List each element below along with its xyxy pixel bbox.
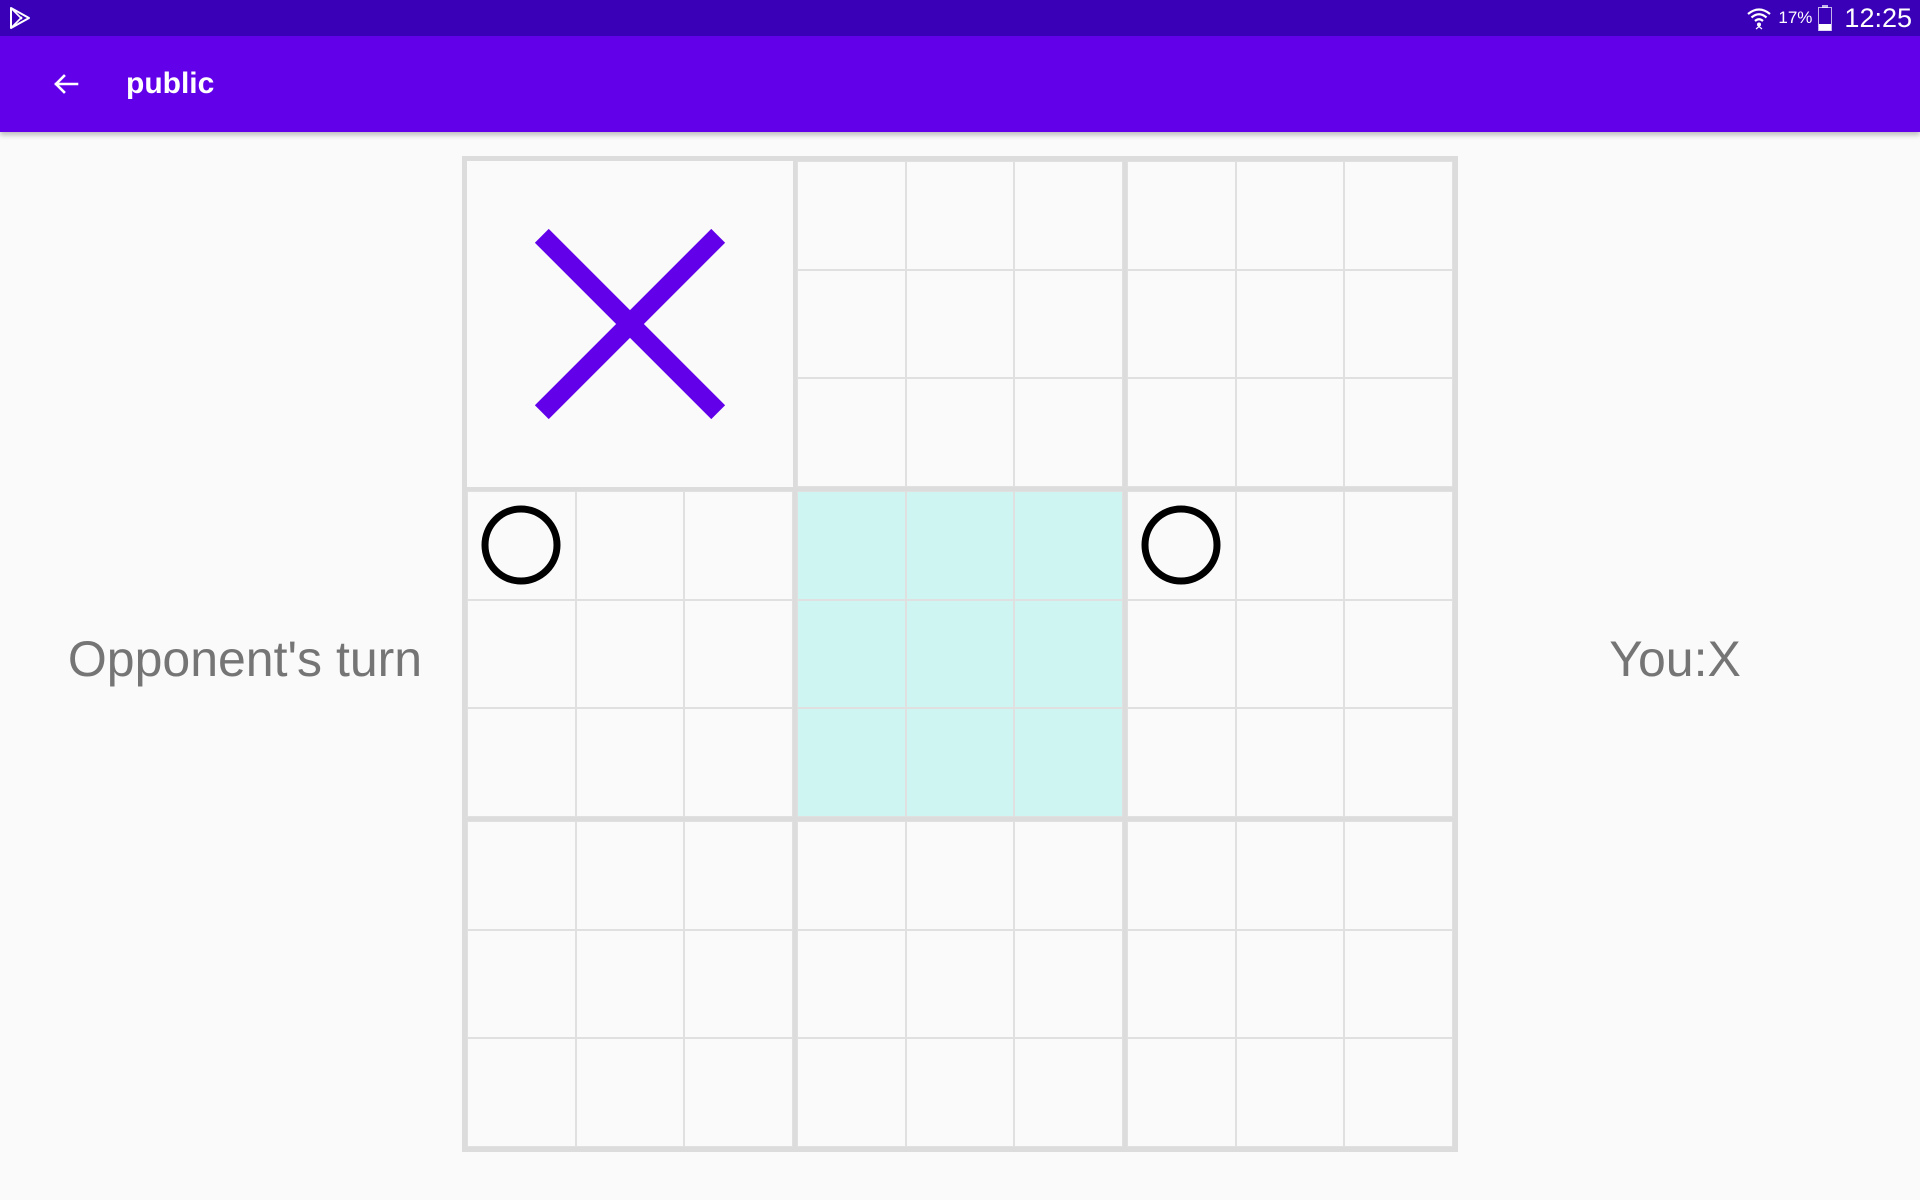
board-cell[interactable] xyxy=(797,708,906,817)
board-cell[interactable] xyxy=(1235,378,1345,487)
board-cell[interactable] xyxy=(1235,161,1345,270)
sub-board xyxy=(795,159,1125,489)
player-mark-label: You:X xyxy=(1609,631,1741,687)
board-cell[interactable] xyxy=(1235,1038,1345,1147)
board-cell[interactable] xyxy=(797,269,906,379)
board-cell[interactable] xyxy=(1344,599,1453,709)
board-cell[interactable] xyxy=(1127,161,1236,270)
x-mark-icon xyxy=(534,228,726,420)
board-cell[interactable] xyxy=(1014,491,1123,600)
board-cell[interactable] xyxy=(1235,269,1345,379)
board-cell[interactable] xyxy=(1014,821,1123,930)
arrow-back-icon xyxy=(54,74,79,94)
board-cell[interactable] xyxy=(684,1038,793,1147)
board-cell[interactable] xyxy=(1344,929,1453,1039)
board-cell[interactable] xyxy=(905,378,1015,487)
sub-board xyxy=(465,159,795,489)
board-cell[interactable] xyxy=(575,821,685,930)
board-cell[interactable] xyxy=(1344,821,1453,930)
app-bar: public xyxy=(0,36,1920,132)
sub-board xyxy=(1125,159,1455,489)
sub-board-winner xyxy=(467,161,793,487)
sub-board xyxy=(1125,819,1455,1149)
board-cell[interactable] xyxy=(1344,1038,1453,1147)
board-cell[interactable] xyxy=(1344,378,1453,487)
status-bar: 17% 12:25 xyxy=(0,0,1920,36)
back-button[interactable] xyxy=(36,60,96,108)
board-cell[interactable] xyxy=(905,491,1015,600)
board-cell[interactable] xyxy=(684,491,793,600)
sub-board xyxy=(795,819,1125,1149)
board-cell[interactable] xyxy=(905,708,1015,817)
board-cell[interactable] xyxy=(905,1038,1015,1147)
board-cell[interactable] xyxy=(1127,599,1236,709)
board-cell[interactable] xyxy=(684,821,793,930)
board-cell[interactable] xyxy=(797,1038,906,1147)
board-cell[interactable] xyxy=(1014,929,1123,1039)
board-cell[interactable] xyxy=(905,599,1015,709)
board-cell[interactable] xyxy=(1127,491,1236,600)
sub-board xyxy=(465,489,795,819)
board-cell[interactable] xyxy=(684,929,793,1039)
board-cell[interactable] xyxy=(1235,821,1345,930)
board-cell[interactable] xyxy=(1127,1038,1236,1147)
board-cell[interactable] xyxy=(1127,821,1236,930)
board-cell[interactable] xyxy=(905,269,1015,379)
wifi-icon xyxy=(1747,8,1772,30)
board-cell[interactable] xyxy=(575,929,685,1039)
sub-board xyxy=(465,819,795,1149)
game-board xyxy=(462,156,1458,1152)
board-cell[interactable] xyxy=(797,929,906,1039)
board-cell[interactable] xyxy=(575,491,685,600)
board-cell[interactable] xyxy=(1014,161,1123,270)
status-indicators: 17% 12:25 xyxy=(1746,0,1912,36)
board-cell[interactable] xyxy=(905,821,1015,930)
board-cell[interactable] xyxy=(467,599,576,709)
board-cell[interactable] xyxy=(1127,269,1236,379)
o-mark-icon xyxy=(1141,505,1221,585)
board-cell[interactable] xyxy=(1344,269,1453,379)
board-cell[interactable] xyxy=(797,491,906,600)
board-cell[interactable] xyxy=(1235,599,1345,709)
board-cell[interactable] xyxy=(1014,269,1123,379)
board-cell[interactable] xyxy=(684,708,793,817)
page-title: public xyxy=(126,67,215,100)
board-cell[interactable] xyxy=(797,161,906,270)
board-cell[interactable] xyxy=(905,161,1015,270)
battery-icon xyxy=(1818,5,1833,31)
board-cell[interactable] xyxy=(905,929,1015,1039)
board-cell[interactable] xyxy=(1014,1038,1123,1147)
board-cell[interactable] xyxy=(575,708,685,817)
board-cell[interactable] xyxy=(1235,929,1345,1039)
board-cell[interactable] xyxy=(467,821,576,930)
board-cell[interactable] xyxy=(1014,708,1123,817)
turn-status: Opponent's turn xyxy=(67,631,423,687)
board-cell[interactable] xyxy=(467,491,576,600)
board-cell[interactable] xyxy=(1344,161,1453,270)
board-cell[interactable] xyxy=(797,378,906,487)
board-cell[interactable] xyxy=(575,1038,685,1147)
sub-board xyxy=(795,489,1125,819)
board-cell[interactable] xyxy=(1235,491,1345,600)
board-cell[interactable] xyxy=(1014,599,1123,709)
clock: 12:25 xyxy=(1844,2,1912,33)
play-store-icon xyxy=(10,7,30,29)
board-cell[interactable] xyxy=(467,929,576,1039)
board-cell[interactable] xyxy=(1344,491,1453,600)
o-mark-icon xyxy=(481,505,561,585)
board-cell[interactable] xyxy=(684,599,793,709)
board-cell[interactable] xyxy=(1127,929,1236,1039)
board-cell[interactable] xyxy=(797,821,906,930)
board-cell[interactable] xyxy=(797,599,906,709)
sub-board xyxy=(1125,489,1455,819)
board-cell[interactable] xyxy=(1235,708,1345,817)
board-cell[interactable] xyxy=(575,599,685,709)
board-cell[interactable] xyxy=(1127,378,1236,487)
board-cell[interactable] xyxy=(1014,378,1123,487)
board-cell[interactable] xyxy=(1344,708,1453,817)
board-cell[interactable] xyxy=(467,708,576,817)
battery-percent: 17% xyxy=(1778,8,1813,27)
board-cell[interactable] xyxy=(467,1038,576,1147)
board-cell[interactable] xyxy=(1127,708,1236,817)
